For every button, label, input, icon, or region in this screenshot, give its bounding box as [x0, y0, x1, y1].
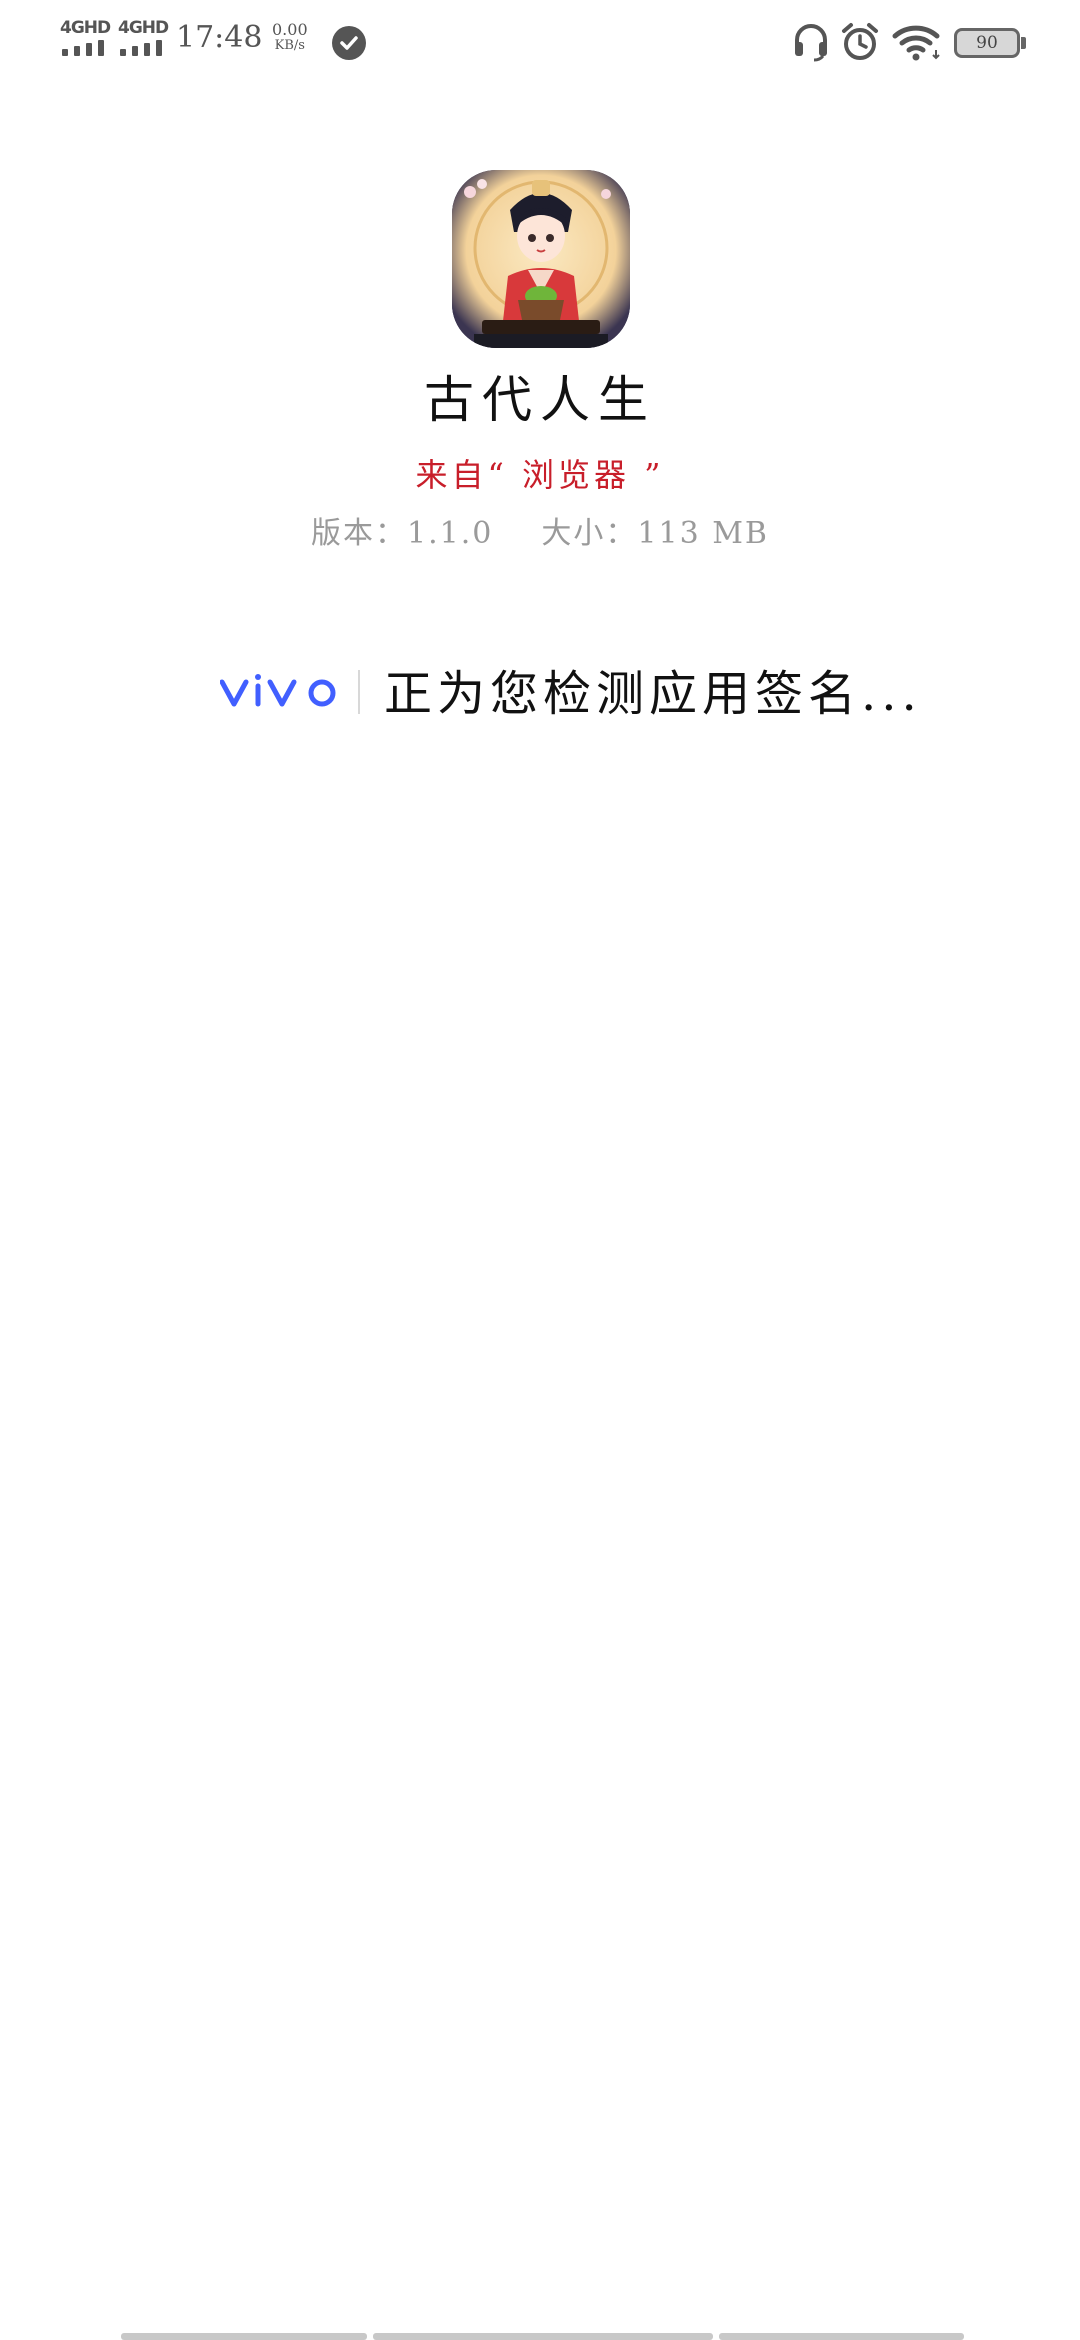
app-name: 古代人生: [424, 371, 656, 429]
network-speed-unit: KB/s: [274, 38, 305, 53]
battery-level: 90: [976, 33, 998, 53]
wifi-icon: [892, 22, 942, 66]
alarm-icon: [840, 22, 880, 66]
check-circle-icon: [332, 26, 366, 60]
install-source: 来自“ 浏览器 ”: [415, 456, 665, 494]
size-label: 大小：: [541, 516, 638, 551]
network-speed-value: 0.00: [272, 20, 308, 39]
divider: [358, 670, 360, 714]
gesture-bar: [0, 2333, 1080, 2340]
clock: 17:48: [176, 20, 263, 55]
signal-sim2-icon: 4GHD: [118, 18, 170, 58]
network-type-label: 4GHD: [60, 18, 111, 38]
battery-icon: 90: [954, 28, 1026, 58]
vivo-logo: [219, 672, 348, 712]
signature-check-message: 正为您检测应用签名...: [384, 666, 922, 722]
network-speed: 0.00 KB/s: [272, 22, 308, 54]
version-value: 1.1.0: [407, 516, 494, 551]
version-label: 版本：: [311, 516, 408, 551]
app-icon: [452, 170, 630, 348]
headset-icon: [792, 22, 830, 66]
status-bar: 4GHD 4GHD 17:48 0.00 KB/s 90: [0, 0, 1080, 84]
network-type-label: 4GHD: [118, 18, 169, 38]
size-value: 113 MB: [637, 516, 769, 551]
app-meta: 版本：1.1.0 大小：113 MB: [0, 508, 1080, 552]
signature-check-status: 正为您检测应用签名...: [0, 650, 1080, 730]
signal-sim1-icon: 4GHD: [60, 18, 112, 58]
